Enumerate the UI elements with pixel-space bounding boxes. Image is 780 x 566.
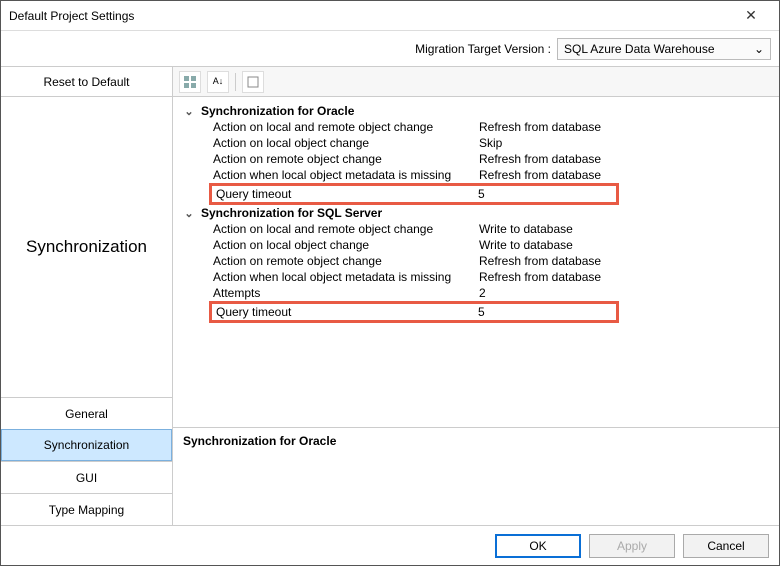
titlebar: Default Project Settings ✕ [1, 1, 779, 31]
cancel-button[interactable]: Cancel [683, 534, 769, 558]
left-pane: Reset to Default Synchronization General… [1, 67, 173, 525]
description-panel: Synchronization for Oracle [173, 427, 779, 525]
property-row[interactable]: Action on remote object change Refresh f… [183, 151, 779, 167]
property-row[interactable]: Query timeout 5 [212, 304, 616, 320]
side-tabs: General Synchronization GUI Type Mapping [1, 397, 172, 525]
version-select-value: SQL Azure Data Warehouse [564, 42, 715, 56]
property-value: Refresh from database [479, 152, 779, 166]
version-bar: Migration Target Version : SQL Azure Dat… [1, 31, 779, 67]
property-value: 5 [478, 305, 616, 319]
property-label: Attempts [213, 286, 479, 300]
toolbar-divider [235, 73, 236, 91]
page-icon [246, 75, 260, 89]
property-grid[interactable]: ⌄ Synchronization for Oracle Action on l… [173, 97, 779, 427]
chevron-down-icon: ⌄ [183, 207, 195, 220]
property-row[interactable]: Action when local object metadata is mis… [183, 167, 779, 183]
property-value: Write to database [479, 222, 779, 236]
reset-to-default-button[interactable]: Reset to Default [1, 67, 172, 97]
page-heading: Synchronization [26, 237, 147, 257]
chevron-down-icon: ⌄ [754, 42, 764, 56]
description-title: Synchronization for Oracle [183, 434, 336, 448]
property-row[interactable]: Action on local and remote object change… [183, 119, 779, 135]
property-label: Action on local object change [213, 238, 479, 252]
property-label: Action on local and remote object change [213, 120, 479, 134]
sort-az-icon: A↓ [213, 77, 224, 86]
right-pane: A↓ ⌄ Synchronization for Oracle Action o… [173, 67, 779, 525]
highlight-box-oracle: Query timeout 5 [209, 183, 619, 205]
group-oracle: ⌄ Synchronization for Oracle Action on l… [173, 103, 779, 205]
property-label: Action on remote object change [213, 152, 479, 166]
property-value: Refresh from database [479, 120, 779, 134]
property-value: Refresh from database [479, 168, 779, 182]
version-label: Migration Target Version : [415, 42, 551, 56]
property-row[interactable]: Action on local and remote object change… [183, 221, 779, 237]
property-row[interactable]: Action on local object change Write to d… [183, 237, 779, 253]
property-value: 5 [478, 187, 616, 201]
property-row[interactable]: Attempts 2 [183, 285, 779, 301]
property-label: Query timeout [216, 305, 478, 319]
tab-synchronization[interactable]: Synchronization [1, 429, 172, 461]
apply-button[interactable]: Apply [589, 534, 675, 558]
tab-gui[interactable]: GUI [1, 461, 172, 493]
close-icon[interactable]: ✕ [731, 2, 771, 30]
ok-button[interactable]: OK [495, 534, 581, 558]
main-area: Reset to Default Synchronization General… [1, 67, 779, 525]
property-label: Action when local object metadata is mis… [213, 270, 479, 284]
property-value: Skip [479, 136, 779, 150]
categorized-icon [183, 75, 197, 89]
dialog-footer: OK Apply Cancel [1, 525, 779, 565]
property-label: Query timeout [216, 187, 478, 201]
alphabetical-sort-button[interactable]: A↓ [207, 71, 229, 93]
property-value: Write to database [479, 238, 779, 252]
highlight-box-sqlserver: Query timeout 5 [209, 301, 619, 323]
property-value: 2 [479, 286, 779, 300]
property-label: Action on local object change [213, 136, 479, 150]
group-sqlserver-header[interactable]: ⌄ Synchronization for SQL Server [183, 205, 779, 221]
heading-area: Synchronization [1, 97, 172, 397]
prop-toolbar: A↓ [173, 67, 779, 97]
tab-general[interactable]: General [1, 397, 172, 429]
tab-type-mapping[interactable]: Type Mapping [1, 493, 172, 525]
property-value: Refresh from database [479, 254, 779, 268]
group-oracle-header[interactable]: ⌄ Synchronization for Oracle [183, 103, 779, 119]
property-pages-button[interactable] [242, 71, 264, 93]
property-row[interactable]: Query timeout 5 [212, 186, 616, 202]
version-select[interactable]: SQL Azure Data Warehouse ⌄ [557, 38, 771, 60]
property-value: Refresh from database [479, 270, 779, 284]
chevron-down-icon: ⌄ [183, 105, 195, 118]
window-title: Default Project Settings [9, 9, 731, 23]
property-row[interactable]: Action on local object change Skip [183, 135, 779, 151]
group-sqlserver: ⌄ Synchronization for SQL Server Action … [173, 205, 779, 323]
property-label: Action on local and remote object change [213, 222, 479, 236]
property-label: Action when local object metadata is mis… [213, 168, 479, 182]
property-row[interactable]: Action on remote object change Refresh f… [183, 253, 779, 269]
property-label: Action on remote object change [213, 254, 479, 268]
categorized-view-button[interactable] [179, 71, 201, 93]
property-row[interactable]: Action when local object metadata is mis… [183, 269, 779, 285]
